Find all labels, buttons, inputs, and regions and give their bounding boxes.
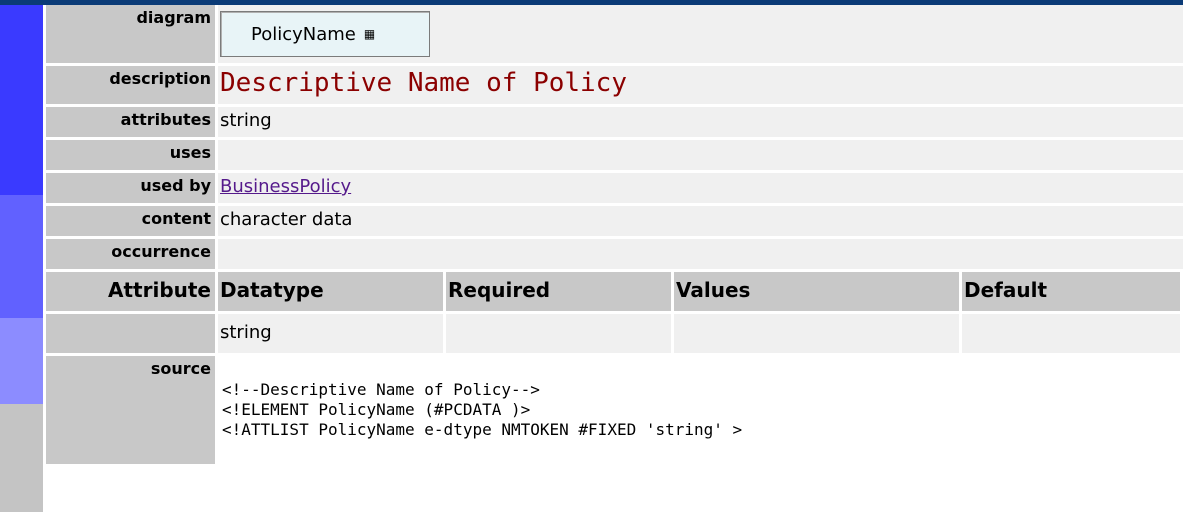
uses-value [218,140,1183,170]
cell-default [962,314,1180,353]
row-attributes: attributes string [43,107,1183,140]
label-uses: uses [43,140,218,170]
source-line: <!ATTLIST PolicyName e-dtype NMTOKEN #FI… [222,420,743,439]
content-value: character data [218,206,1183,236]
row-occurrence: occurrence [43,239,1183,272]
diagram-cell: PolicyName ▦ [218,5,1183,63]
diagram-element-name: PolicyName [251,23,356,45]
left-color-bar-2 [0,195,43,318]
header-datatype: Datatype [218,272,446,311]
label-attribute: Attribute [43,272,218,311]
label-attributes: attributes [43,107,218,137]
cell-values [674,314,962,353]
source-code: <!--Descriptive Name of Policy--> <!ELEM… [218,356,1183,464]
attribute-table-row: string [43,314,1183,356]
source-line: <!--Descriptive Name of Policy--> [222,380,540,399]
left-color-bar-1 [0,5,43,195]
description-cell: Descriptive Name of Policy [218,66,1183,104]
header-values: Values [674,272,962,311]
row-uses: uses [43,140,1183,173]
element-doc-table: diagram PolicyName ▦ description Descrip… [43,5,1183,464]
attributes-value: string [218,107,1183,137]
attribute-name-cell [43,314,218,353]
row-description: description Descriptive Name of Policy [43,66,1183,107]
left-color-bar-3 [0,318,43,404]
occurrence-value [218,239,1183,269]
label-diagram: diagram [43,5,218,63]
row-diagram: diagram PolicyName ▦ [43,5,1183,66]
label-source: source [43,356,218,464]
label-content: content [43,206,218,236]
attribute-table-header: Attribute Datatype Required Values Defau… [43,272,1183,314]
left-color-bar-4 [0,404,43,512]
header-default: Default [962,272,1180,311]
label-description: description [43,66,218,104]
row-content: content character data [43,206,1183,239]
cell-required [446,314,674,353]
label-used-by: used by [43,173,218,203]
label-occurrence: occurrence [43,239,218,269]
diagram-element-box: PolicyName ▦ [220,11,430,57]
header-required: Required [446,272,674,311]
description-text: Descriptive Name of Policy [220,68,627,98]
sequence-grid-icon: ▦ [363,27,375,41]
row-source: source <!--Descriptive Name of Policy-->… [43,356,1183,464]
source-line: <!ELEMENT PolicyName (#PCDATA )> [222,400,531,419]
used-by-cell: BusinessPolicy [218,173,1183,203]
row-used-by: used by BusinessPolicy [43,173,1183,206]
cell-datatype: string [218,314,446,353]
used-by-link[interactable]: BusinessPolicy [220,176,351,197]
